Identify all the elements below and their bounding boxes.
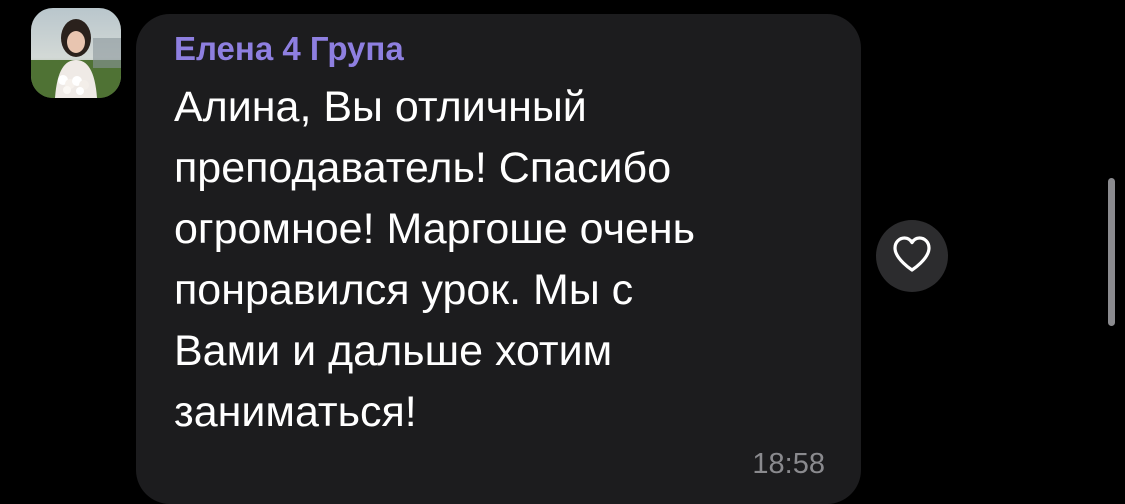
scrollbar[interactable] [1108, 178, 1115, 326]
message-timestamp: 18:58 [752, 448, 825, 480]
heart-outline-icon [891, 235, 933, 278]
reaction-button[interactable] [876, 220, 948, 292]
message-text: Алина, Вы отличный преподаватель! Спасиб… [174, 83, 696, 436]
avatar[interactable] [31, 8, 121, 98]
sender-name[interactable]: Елена 4 Група [174, 29, 404, 69]
message-bubble[interactable]: Елена 4 Група Алина, Вы отличный препода… [136, 14, 861, 504]
